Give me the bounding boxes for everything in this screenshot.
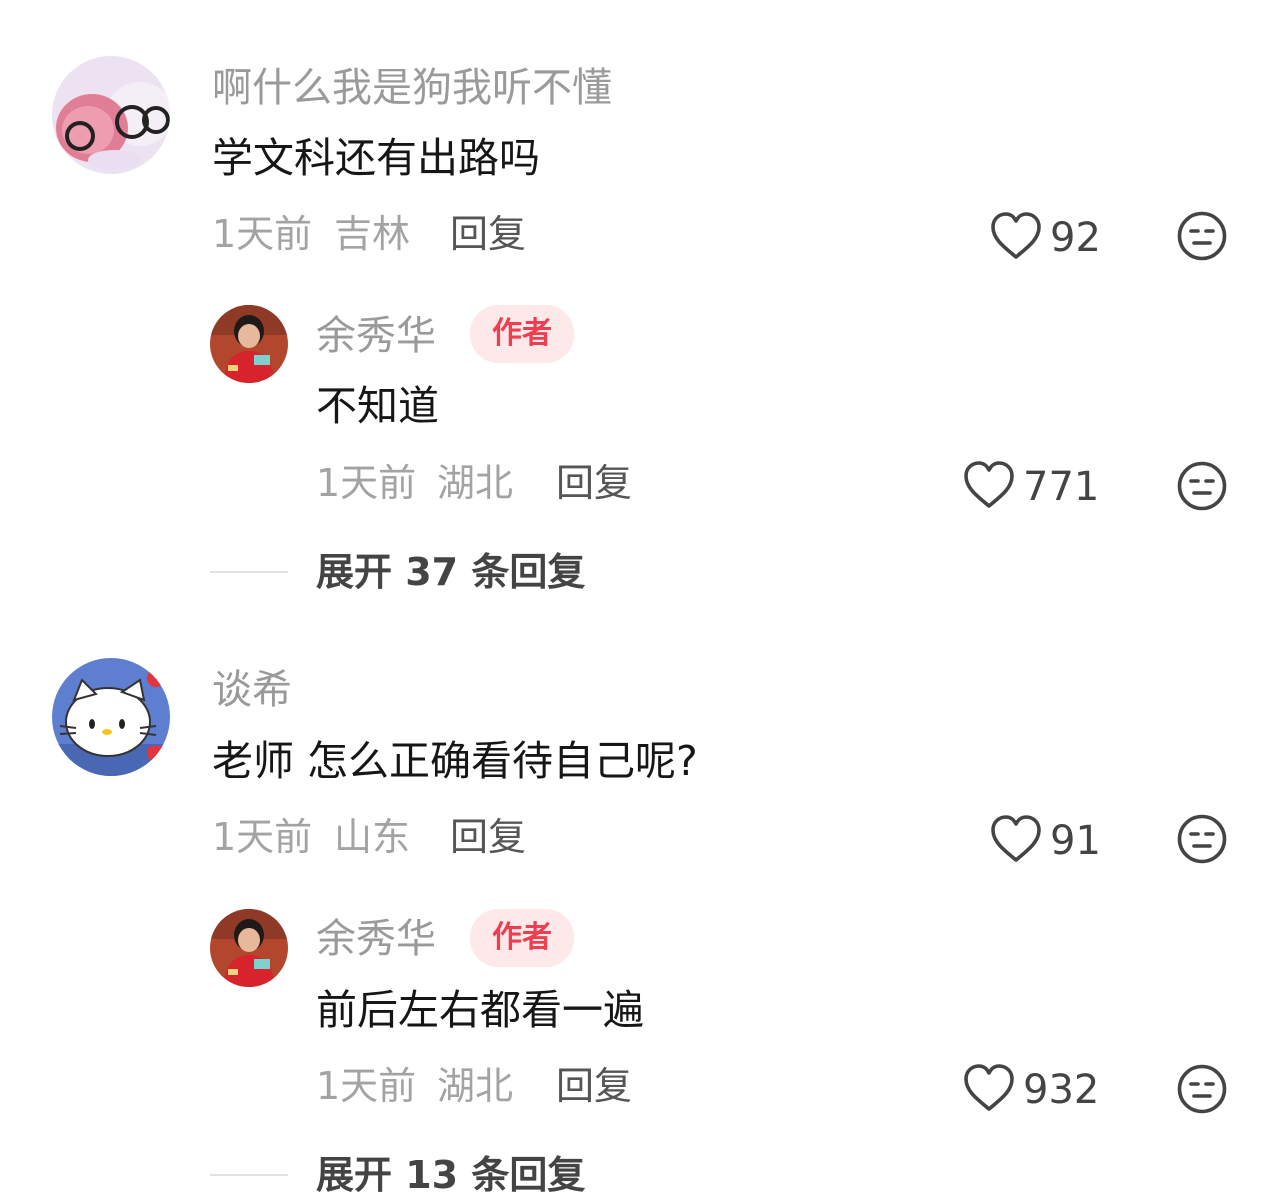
reply-text: 前后左右都看一遍 — [316, 986, 644, 1034]
neutral-face-icon[interactable] — [1176, 460, 1228, 516]
comment-location: 山东 — [334, 815, 411, 859]
like-button[interactable]: 771 — [963, 461, 1099, 513]
comment-username[interactable]: 啊什么我是狗我听不懂 — [212, 68, 612, 108]
divider-line — [210, 1174, 288, 1176]
expand-replies-button[interactable]: 展开 37 条回复 — [210, 553, 585, 591]
comment-text: 学文科还有出路吗 — [212, 134, 540, 182]
user-avatar[interactable] — [52, 658, 170, 776]
reply-button[interactable]: 回复 — [450, 818, 526, 856]
heart-outline-icon — [963, 1064, 1015, 1116]
divider-line — [210, 571, 288, 573]
comment-location: 吉林 — [334, 212, 411, 256]
reply-time: 1天前 — [316, 461, 417, 505]
comment-username[interactable]: 谈希 — [212, 670, 292, 710]
user-avatar[interactable] — [52, 56, 170, 174]
like-button[interactable]: 91 — [990, 815, 1101, 867]
neutral-face-icon[interactable] — [1176, 813, 1228, 869]
author-avatar[interactable] — [210, 305, 288, 383]
comment-time: 1天前 — [212, 815, 313, 859]
reply-time: 1天前 — [316, 1064, 417, 1108]
comment-text: 老师 怎么正确看待自己呢? — [212, 737, 698, 785]
author-avatar[interactable] — [210, 909, 288, 987]
heart-outline-icon — [963, 461, 1015, 513]
like-button[interactable]: 932 — [963, 1064, 1099, 1116]
expand-replies-button[interactable]: 展开 13 条回复 — [210, 1156, 585, 1194]
expand-replies-label: 展开 37 条回复 — [316, 550, 586, 594]
like-count: 92 — [1050, 215, 1101, 261]
author-badge: 作者 — [470, 909, 574, 967]
expand-replies-label: 展开 13 条回复 — [316, 1153, 586, 1197]
reply-text: 不知道 — [316, 382, 439, 430]
author-badge: 作者 — [470, 305, 574, 363]
reply-location: 湖北 — [437, 1064, 514, 1108]
reply-button[interactable]: 回复 — [450, 215, 526, 253]
reply-button[interactable]: 回复 — [556, 464, 632, 502]
comment-time: 1天前 — [212, 212, 313, 256]
author-username[interactable]: 余秀华 — [316, 316, 436, 356]
author-username[interactable]: 余秀华 — [316, 919, 436, 959]
like-count: 932 — [1023, 1067, 1100, 1113]
like-count: 771 — [1023, 464, 1100, 510]
like-button[interactable]: 92 — [990, 212, 1101, 264]
neutral-face-icon[interactable] — [1176, 1063, 1228, 1119]
reply-location: 湖北 — [437, 461, 514, 505]
reply-button[interactable]: 回复 — [556, 1067, 632, 1105]
neutral-face-icon[interactable] — [1176, 210, 1228, 266]
like-count: 91 — [1050, 818, 1101, 864]
heart-outline-icon — [990, 815, 1042, 867]
heart-outline-icon — [990, 212, 1042, 264]
